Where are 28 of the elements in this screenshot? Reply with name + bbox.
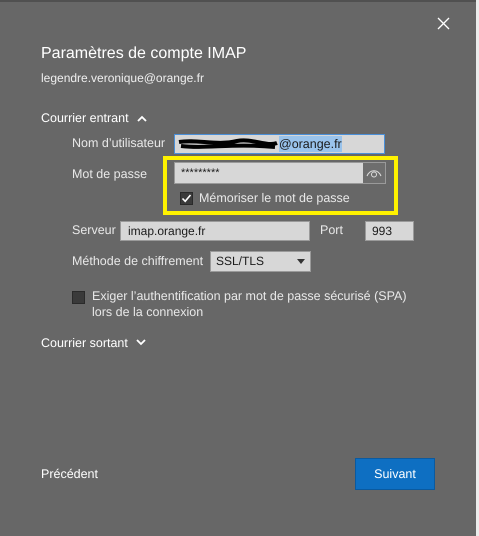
encryption-select[interactable]: SSL/TLS [210,250,311,272]
spa-label: Exiger l’authentification par mot de passe sécurisé (SPA) lors de la connexion [92,288,408,320]
username-field[interactable]: @orange.fr [174,134,385,154]
dropdown-arrow-icon [297,258,305,264]
remember-checkbox[interactable] [180,192,193,205]
next-button[interactable]: Suivant [355,458,435,490]
port-label: Port [320,222,344,240]
incoming-mail-toggle[interactable]: Courrier entrant [41,109,147,128]
eye-icon [366,168,382,178]
port-field[interactable]: 993 [365,220,414,240]
password-field[interactable]: ********* [174,162,386,184]
spa-checkbox[interactable] [72,290,85,304]
password-value: ********* [180,166,221,180]
server-label: Serveur [72,222,117,240]
back-button[interactable]: Précédent [41,464,98,484]
username-value: @orange.fr [279,136,342,152]
close-icon[interactable] [437,17,450,30]
account-email: legendre.veronique@orange.fr [41,70,205,87]
username-label: Nom d’utilisateur [72,135,166,152]
encryption-label: Méthode de chiffrement [72,252,204,270]
server-field[interactable]: imap.orange.fr [120,220,310,240]
dialog-title: Paramètres de compte IMAP [41,44,248,64]
chevron-down-icon [136,339,146,346]
chevron-up-icon [136,114,147,122]
reveal-password-button[interactable] [363,162,385,183]
password-label: Mot de passe [72,166,148,183]
remember-label: Mémoriser le mot de passe [199,190,350,207]
outgoing-mail-toggle[interactable]: Courrier sortant [41,334,146,352]
